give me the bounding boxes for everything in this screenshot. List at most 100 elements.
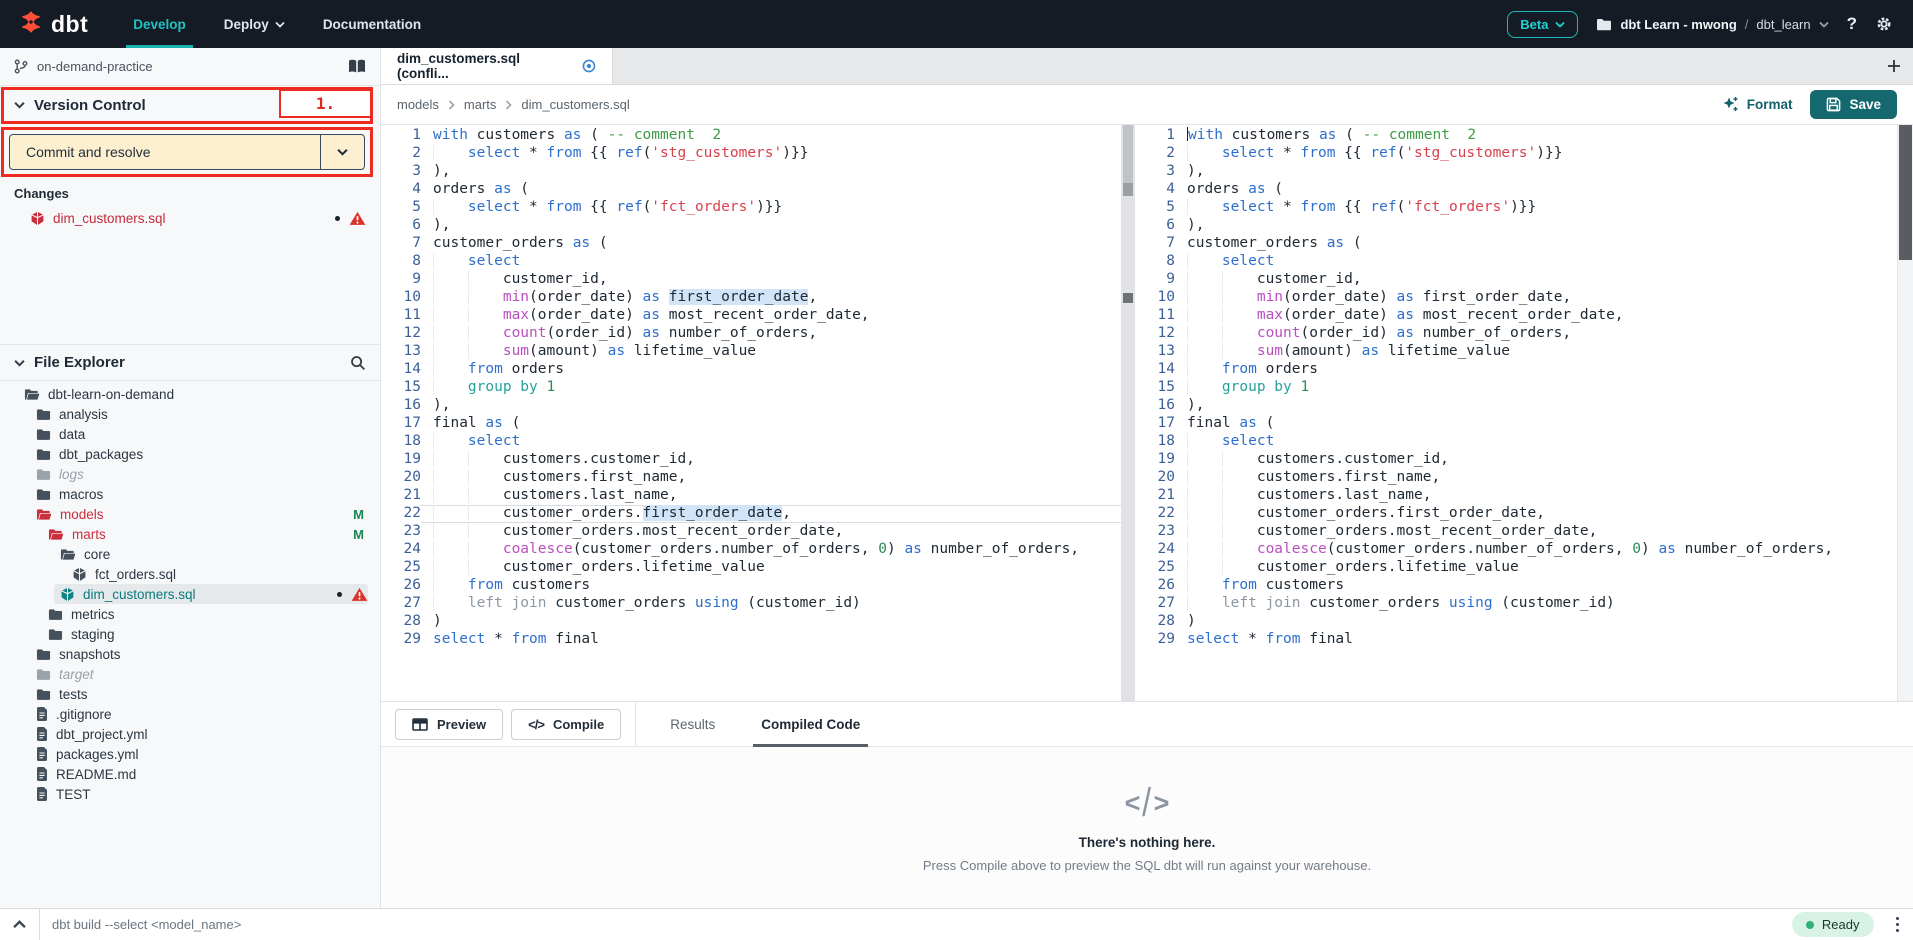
- code-line-23[interactable]: 23 customer_orders.most_recent_order_dat…: [1135, 523, 1897, 541]
- code-line-18[interactable]: 18 select: [381, 433, 1121, 451]
- right-scrollbar[interactable]: [1897, 125, 1913, 701]
- code-line-29[interactable]: 29select * from final: [381, 631, 1121, 649]
- code-line-22[interactable]: 22 customer_orders.first_order_date,: [381, 505, 1121, 523]
- code-line-6[interactable]: 6),: [1135, 217, 1897, 235]
- tree-item-metrics[interactable]: metrics: [0, 604, 380, 624]
- code-line-25[interactable]: 25 customer_orders.lifetime_value: [381, 559, 1121, 577]
- code-line-10[interactable]: 10 min(order_date) as first_order_date,: [381, 289, 1121, 307]
- format-button[interactable]: Format: [1722, 96, 1793, 113]
- tree-item-dbt-project-yml[interactable]: dbt_project.yml: [0, 724, 380, 744]
- code-line-24[interactable]: 24 coalesce(customer_orders.number_of_or…: [381, 541, 1121, 559]
- command-input[interactable]: dbt build --select <model_name>: [40, 917, 1792, 932]
- tree-item--gitignore[interactable]: .gitignore: [0, 704, 380, 724]
- dbt-logo[interactable]: dbt: [0, 0, 114, 48]
- docs-book-icon[interactable]: [348, 59, 366, 74]
- code-line-2[interactable]: 2 select * from {{ ref('stg_customers')}…: [1135, 145, 1897, 163]
- tree-item-packages-yml[interactable]: packages.yml: [0, 744, 380, 764]
- expand-command-bar-button[interactable]: [0, 909, 40, 940]
- code-line-5[interactable]: 5 select * from {{ ref('fct_orders')}}: [1135, 199, 1897, 217]
- code-line-21[interactable]: 21 customers.last_name,: [1135, 487, 1897, 505]
- compile-button[interactable]: </> Compile: [511, 709, 621, 740]
- code-line-25[interactable]: 25 customer_orders.lifetime_value: [1135, 559, 1897, 577]
- code-line-12[interactable]: 12 count(order_id) as number_of_orders,: [1135, 325, 1897, 343]
- code-line-8[interactable]: 8 select: [381, 253, 1121, 271]
- tree-item-test[interactable]: TEST: [0, 784, 380, 804]
- code-line-28[interactable]: 28): [1135, 613, 1897, 631]
- nav-deploy[interactable]: Deploy: [205, 0, 304, 48]
- code-line-7[interactable]: 7customer_orders as (: [381, 235, 1121, 253]
- code-line-22[interactable]: 22 customer_orders.first_order_date,: [1135, 505, 1897, 523]
- beta-button[interactable]: Beta: [1507, 11, 1578, 38]
- breadcrumb-file[interactable]: dim_customers.sql: [521, 97, 629, 112]
- tree-item-fct-orders-sql[interactable]: fct_orders.sql: [0, 564, 380, 584]
- code-line-6[interactable]: 6),: [381, 217, 1121, 235]
- code-line-10[interactable]: 10 min(order_date) as first_order_date,: [1135, 289, 1897, 307]
- code-line-23[interactable]: 23 customer_orders.most_recent_order_dat…: [381, 523, 1121, 541]
- scrollbar-thumb[interactable]: [1899, 125, 1912, 260]
- tree-item-tests[interactable]: tests: [0, 684, 380, 704]
- code-line-14[interactable]: 14 from orders: [381, 361, 1121, 379]
- code-line-3[interactable]: 3),: [1135, 163, 1897, 181]
- code-line-28[interactable]: 28): [381, 613, 1121, 631]
- account-switcher[interactable]: dbt Learn - mwong / dbt_learn: [1596, 17, 1828, 32]
- code-line-16[interactable]: 16),: [381, 397, 1121, 415]
- code-line-15[interactable]: 15 group by 1: [381, 379, 1121, 397]
- code-line-13[interactable]: 13 sum(amount) as lifetime_value: [381, 343, 1121, 361]
- tree-item-core[interactable]: core: [0, 544, 380, 564]
- code-line-4[interactable]: 4orders as (: [1135, 181, 1897, 199]
- code-line-8[interactable]: 8 select: [1135, 253, 1897, 271]
- code-line-14[interactable]: 14 from orders: [1135, 361, 1897, 379]
- git-branch-row[interactable]: on-demand-practice: [0, 48, 380, 86]
- commit-and-resolve-button[interactable]: Commit and resolve: [9, 134, 365, 170]
- editor-pane-right[interactable]: 1with customers as ( -- comment 22 selec…: [1135, 125, 1897, 701]
- nav-documentation[interactable]: Documentation: [304, 0, 440, 48]
- editor-scrollbar-divider[interactable]: [1121, 125, 1135, 701]
- code-line-29[interactable]: 29select * from final: [1135, 631, 1897, 649]
- code-line-20[interactable]: 20 customers.first_name,: [381, 469, 1121, 487]
- tree-item-dbt-learn-on-demand[interactable]: dbt-learn-on-demand: [0, 384, 380, 404]
- editor-tab-dim-customers[interactable]: dim_customers.sql (confli...: [381, 48, 613, 84]
- code-line-1[interactable]: 1with customers as ( -- comment 2: [1135, 127, 1897, 145]
- tree-item-snapshots[interactable]: snapshots: [0, 644, 380, 664]
- code-line-19[interactable]: 19 customers.customer_id,: [381, 451, 1121, 469]
- code-line-2[interactable]: 2 select * from {{ ref('stg_customers')}…: [381, 145, 1121, 163]
- editor-pane-left[interactable]: 1with customers as ( -- comment 22 selec…: [381, 125, 1121, 701]
- tab-compiled-code[interactable]: Compiled Code: [749, 701, 872, 747]
- code-line-15[interactable]: 15 group by 1: [1135, 379, 1897, 397]
- code-line-19[interactable]: 19 customers.customer_id,: [1135, 451, 1897, 469]
- code-line-17[interactable]: 17final as (: [1135, 415, 1897, 433]
- tree-item-models[interactable]: modelsM: [0, 504, 380, 524]
- code-line-18[interactable]: 18 select: [1135, 433, 1897, 451]
- tree-item-dim-customers-sql[interactable]: dim_customers.sql: [0, 584, 380, 604]
- breadcrumb-marts[interactable]: marts: [464, 97, 497, 112]
- code-line-12[interactable]: 12 count(order_id) as number_of_orders,: [381, 325, 1121, 343]
- search-icon[interactable]: [350, 355, 366, 371]
- tree-item-macros[interactable]: macros: [0, 484, 380, 504]
- tab-results[interactable]: Results: [658, 701, 727, 747]
- tree-item-marts[interactable]: martsM: [0, 524, 380, 544]
- tree-item-staging[interactable]: staging: [0, 624, 380, 644]
- code-line-13[interactable]: 13 sum(amount) as lifetime_value: [1135, 343, 1897, 361]
- commit-dropdown-caret[interactable]: [320, 135, 364, 169]
- overflow-menu-button[interactable]: [1896, 917, 1900, 933]
- tree-item-target[interactable]: target: [0, 664, 380, 684]
- file-explorer-header[interactable]: File Explorer: [0, 344, 380, 381]
- code-line-26[interactable]: 26 from customers: [1135, 577, 1897, 595]
- nav-develop[interactable]: Develop: [114, 0, 205, 48]
- new-tab-button[interactable]: [1875, 48, 1913, 84]
- code-line-20[interactable]: 20 customers.first_name,: [1135, 469, 1897, 487]
- tree-item-dbt-packages[interactable]: dbt_packages: [0, 444, 380, 464]
- code-line-24[interactable]: 24 coalesce(customer_orders.number_of_or…: [1135, 541, 1897, 559]
- code-line-11[interactable]: 11 max(order_date) as most_recent_order_…: [381, 307, 1121, 325]
- breadcrumb-models[interactable]: models: [397, 97, 439, 112]
- code-line-17[interactable]: 17final as (: [381, 415, 1121, 433]
- tree-item-data[interactable]: data: [0, 424, 380, 444]
- code-line-21[interactable]: 21 customers.last_name,: [381, 487, 1121, 505]
- preview-button[interactable]: Preview: [395, 709, 503, 740]
- changed-file-item[interactable]: dim_customers.sql: [0, 206, 380, 230]
- code-line-5[interactable]: 5 select * from {{ ref('fct_orders')}}: [381, 199, 1121, 217]
- code-line-1[interactable]: 1with customers as ( -- comment 2: [381, 127, 1121, 145]
- code-line-27[interactable]: 27 left join customer_orders using (cust…: [381, 595, 1121, 613]
- code-line-26[interactable]: 26 from customers: [381, 577, 1121, 595]
- code-line-27[interactable]: 27 left join customer_orders using (cust…: [1135, 595, 1897, 613]
